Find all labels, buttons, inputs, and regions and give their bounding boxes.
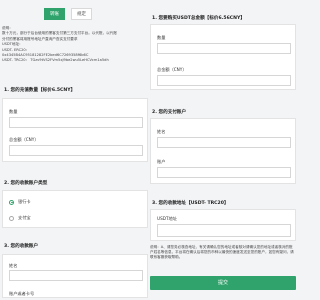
- right-amount-card: 数量 总金额（CNY）: [150, 24, 296, 90]
- account-label: 账户或者卡号: [9, 291, 35, 296]
- radio-alipay[interactable]: 支付宝: [9, 215, 31, 221]
- name-input[interactable]: [9, 270, 143, 281]
- left-section1-title: 1. 您的充值数量【标价6.5CNY】: [4, 88, 76, 93]
- radio-label: 银行卡: [18, 199, 31, 204]
- left-section2-title: 2. 您的收款账户类型: [4, 181, 48, 186]
- radio-checked-icon: [9, 199, 14, 205]
- notice-text: 说明：A、请您务必核查地址、有关请确认您的地址或者核对请确认您的地址或者核对的账…: [150, 245, 294, 260]
- qty-input[interactable]: [9, 117, 143, 128]
- account-type-card: 银行卡 支付宝: [2, 190, 148, 228]
- name-label: 姓名: [9, 263, 18, 268]
- usdt-address-input[interactable]: [157, 224, 291, 237]
- payment-account-card: 姓名 账户: [150, 118, 296, 184]
- receiving-address-card: USDT地址: [150, 209, 296, 241]
- address-label: USDT地址: [157, 216, 177, 221]
- qty-label: 数量: [157, 35, 166, 40]
- total-label: 总金额（CNY）: [157, 67, 187, 72]
- receiving-account-card: 姓名 账户或者卡号: [2, 254, 148, 298]
- right-section1-title: 1. 您要购买USDT总金额【标价6.56CNY】: [152, 16, 245, 21]
- radio-label: 支付宝: [18, 215, 31, 220]
- total-input[interactable]: [157, 75, 291, 86]
- right-section2-title: 2. 您的支付账户: [152, 110, 187, 115]
- left-amount-card: 数量 总金额（CNY）: [2, 98, 148, 162]
- intro-line: USDT- TRC20： TGzv9tVS2FVm5xJ9be2wu5LeHCV…: [2, 58, 109, 63]
- account-label: 账户: [157, 159, 166, 164]
- radio-bank-card[interactable]: 银行卡: [9, 199, 31, 205]
- qty-label: 数量: [9, 109, 18, 114]
- qty-input[interactable]: [157, 43, 291, 54]
- right-section3-title: 3. 您的收款地址【USDT- TRC20】: [152, 201, 229, 206]
- total-label: 总金额（CNY）: [9, 137, 39, 142]
- name-label: 姓名: [157, 129, 166, 134]
- tab-transfer[interactable]: 转账: [44, 8, 65, 20]
- radio-unchecked-icon: [9, 215, 14, 221]
- intro-text: 说明： 数十万元，部分于后台使用的黑客支付第三方支付平台。以代账，以代账 分付的…: [2, 26, 148, 64]
- left-section3-title: 3. 您的收款账户: [4, 244, 39, 249]
- tab-rules[interactable]: 规定: [71, 8, 92, 20]
- account-input[interactable]: [157, 167, 291, 178]
- total-input[interactable]: [9, 145, 143, 156]
- tab-bar: 转账 规定: [44, 8, 92, 20]
- submit-button[interactable]: 提交: [150, 276, 296, 290]
- name-input[interactable]: [157, 137, 291, 148]
